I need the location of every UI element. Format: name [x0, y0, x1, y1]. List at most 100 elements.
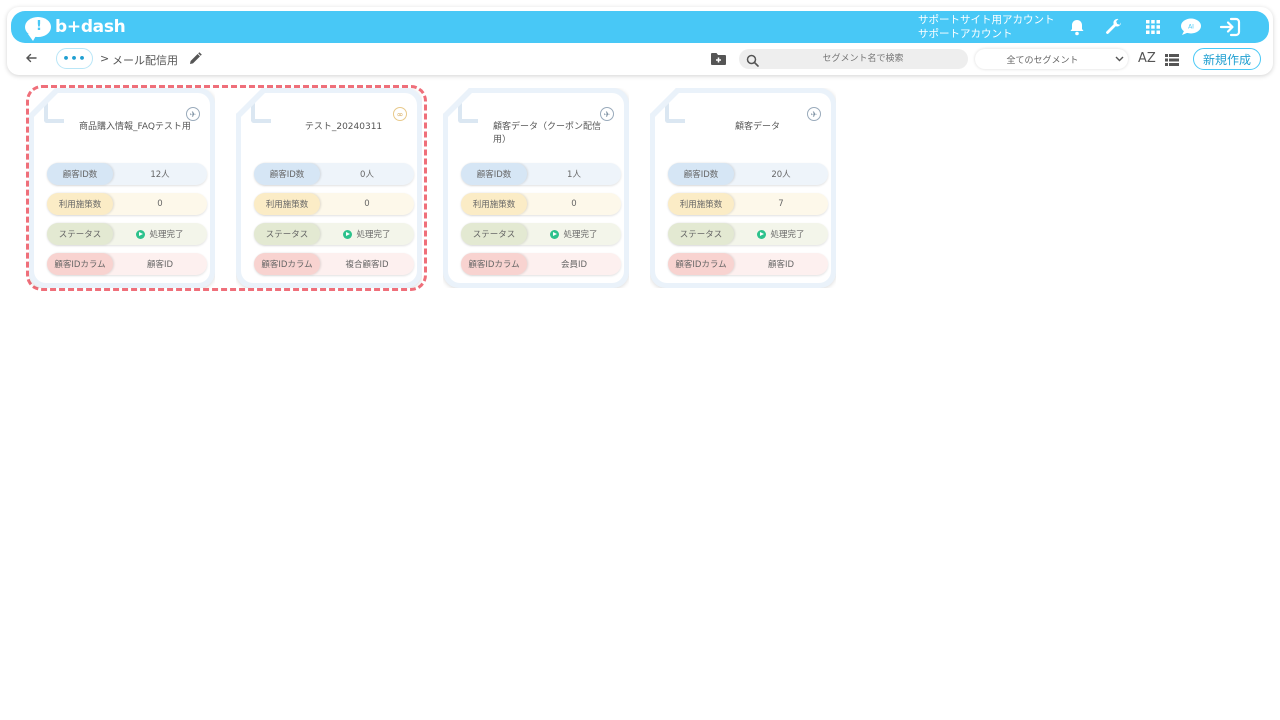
edit-pencil-icon[interactable] — [188, 51, 202, 70]
status-row: ステータス 処理完了 — [461, 223, 621, 245]
segment-filter-value: 全てのセグメント — [1006, 55, 1079, 66]
row-label: 顧客ID数 — [461, 163, 527, 185]
segment-card[interactable]: 商品購入情報_FAQテスト用 ✈ 顧客ID数 12人 利用施策数 0 ステータス 処理… — [29, 88, 215, 288]
sort-az-icon: AZ — [1138, 51, 1156, 66]
add-folder-icon[interactable] — [710, 51, 727, 70]
row-value: 処理完了 — [149, 230, 184, 240]
segment-search-box — [739, 49, 968, 69]
customer-count-row: 顧客ID数 0人 — [254, 163, 414, 185]
list-view-icon[interactable] — [1165, 51, 1179, 70]
card-title: 顧客データ — [734, 122, 780, 132]
card-fold-icon — [44, 103, 64, 123]
row-value: 0 — [364, 199, 370, 209]
rocket-icon: ✈ — [186, 107, 200, 121]
row-value: 処理完了 — [563, 230, 598, 240]
card-title: 商品購入情報_FAQテスト用 — [79, 122, 191, 132]
toolbar-row: ••• > メール配信用 全てのセグメント AZ 新規作成 — [20, 48, 1265, 72]
sort-az-button[interactable]: AZ — [1138, 51, 1156, 66]
customer-count-row: 顧客ID数 1人 — [461, 163, 621, 185]
row-value: 0人 — [360, 170, 374, 180]
rocket-icon: ✈ — [807, 107, 821, 121]
row-value: 会員ID — [560, 260, 588, 270]
strategy-count-row: 利用施策数 0 — [47, 193, 207, 215]
row-value: 7 — [778, 199, 784, 209]
row-value: 処理完了 — [356, 230, 391, 240]
segment-filter-select[interactable]: 全てのセグメント — [975, 49, 1128, 69]
row-value: 顧客ID — [146, 260, 174, 270]
row-label: 利用施策数 — [254, 193, 320, 215]
segment-card[interactable]: 顧客データ（クーポン配信用） ✈ 顧客ID数 1人 利用施策数 0 ステータス 処理完… — [443, 88, 629, 288]
link-icon: ∞ — [393, 107, 407, 121]
row-label: ステータス — [254, 223, 320, 245]
apps-grid-icon[interactable] — [1142, 16, 1164, 38]
card-body: 顧客データ ✈ 顧客ID数 20人 利用施策数 7 ステータス 処理完了 顧客IDカラ… — [655, 93, 831, 283]
wrench-icon[interactable] — [1103, 16, 1125, 38]
row-value: 20人 — [771, 170, 791, 180]
chat-bubble-icon[interactable]: AI — [1180, 16, 1202, 38]
id-column-row: 顧客IDカラム 複合顧客ID — [254, 253, 414, 275]
row-value: 処理完了 — [770, 230, 805, 240]
segment-search-input[interactable] — [763, 49, 963, 69]
card-fold-icon — [458, 103, 478, 123]
customer-count-row: 顧客ID数 20人 — [668, 163, 828, 185]
id-column-row: 顧客IDカラム 会員ID — [461, 253, 621, 275]
row-value: 1人 — [567, 170, 581, 180]
row-label: 顧客IDカラム — [254, 253, 320, 275]
bdash-logo[interactable]: ! b+dash — [25, 15, 126, 41]
account-user-name: サポートアカウント — [918, 28, 1013, 40]
breadcrumb-separator: > — [100, 52, 110, 65]
row-label: 顧客ID数 — [47, 163, 113, 185]
customer-count-row: 顧客ID数 12人 — [47, 163, 207, 185]
row-label: 顧客ID数 — [668, 163, 734, 185]
play-status-icon — [550, 229, 560, 239]
breadcrumb-current-folder: メール配信用 — [112, 54, 178, 67]
segment-card[interactable]: 顧客データ ✈ 顧客ID数 20人 利用施策数 7 ステータス 処理完了 顧客IDカラ… — [650, 88, 836, 288]
row-label: 顧客IDカラム — [47, 253, 113, 275]
row-label: 顧客ID数 — [254, 163, 320, 185]
strategy-count-row: 利用施策数 7 — [668, 193, 828, 215]
strategy-count-row: 利用施策数 0 — [461, 193, 621, 215]
row-label: ステータス — [461, 223, 527, 245]
card-body: 顧客データ（クーポン配信用） ✈ 顧客ID数 1人 利用施策数 0 ステータス 処理完… — [448, 93, 624, 283]
row-label: 利用施策数 — [668, 193, 734, 215]
row-label: ステータス — [668, 223, 734, 245]
row-value: 0 — [571, 199, 577, 209]
row-label: 利用施策数 — [47, 193, 113, 215]
status-row: ステータス 処理完了 — [668, 223, 828, 245]
account-site-name: サポートサイト用アカウント — [918, 14, 1055, 26]
row-label: 顧客IDカラム — [668, 253, 734, 275]
row-label: 顧客IDカラム — [461, 253, 527, 275]
card-title: 顧客データ（クーポン配信用） — [493, 122, 602, 145]
create-new-button[interactable]: 新規作成 — [1193, 48, 1261, 70]
bell-icon[interactable] — [1066, 16, 1088, 38]
play-status-icon — [343, 229, 353, 239]
svg-text:AI: AI — [1188, 24, 1194, 31]
row-value: 顧客ID — [767, 260, 795, 270]
play-status-icon — [136, 229, 146, 239]
row-label: ステータス — [47, 223, 113, 245]
card-body: 商品購入情報_FAQテスト用 ✈ 顧客ID数 12人 利用施策数 0 ステータス 処理… — [34, 93, 210, 283]
row-label: 利用施策数 — [461, 193, 527, 215]
card-fold-icon — [251, 103, 271, 123]
card-body: テスト_20240311 ∞ 顧客ID数 0人 利用施策数 0 ステータス 処理完了 … — [241, 93, 417, 283]
id-column-row: 顧客IDカラム 顧客ID — [668, 253, 828, 275]
search-icon — [746, 52, 759, 71]
card-title: テスト_20240311 — [304, 122, 383, 132]
strategy-count-row: 利用施策数 0 — [254, 193, 414, 215]
segment-card[interactable]: テスト_20240311 ∞ 顧客ID数 0人 利用施策数 0 ステータス 処理完了 … — [236, 88, 422, 288]
back-arrow-icon[interactable] — [25, 51, 37, 67]
breadcrumb-more-button[interactable]: ••• — [56, 48, 93, 69]
account-info[interactable]: サポートサイト用アカウント サポートアカウント — [918, 13, 1055, 41]
logo-bubble-icon: ! — [25, 17, 51, 41]
row-value: 複合顧客ID — [345, 260, 389, 270]
row-value: 12人 — [150, 170, 170, 180]
id-column-row: 顧客IDカラム 顧客ID — [47, 253, 207, 275]
chevron-down-icon — [1110, 54, 1128, 65]
play-status-icon — [757, 229, 767, 239]
status-row: ステータス 処理完了 — [254, 223, 414, 245]
row-value: 0 — [157, 199, 163, 209]
status-row: ステータス 処理完了 — [47, 223, 207, 245]
logout-icon[interactable] — [1219, 16, 1241, 38]
rocket-icon: ✈ — [600, 107, 614, 121]
logo-text: b+dash — [55, 17, 126, 37]
